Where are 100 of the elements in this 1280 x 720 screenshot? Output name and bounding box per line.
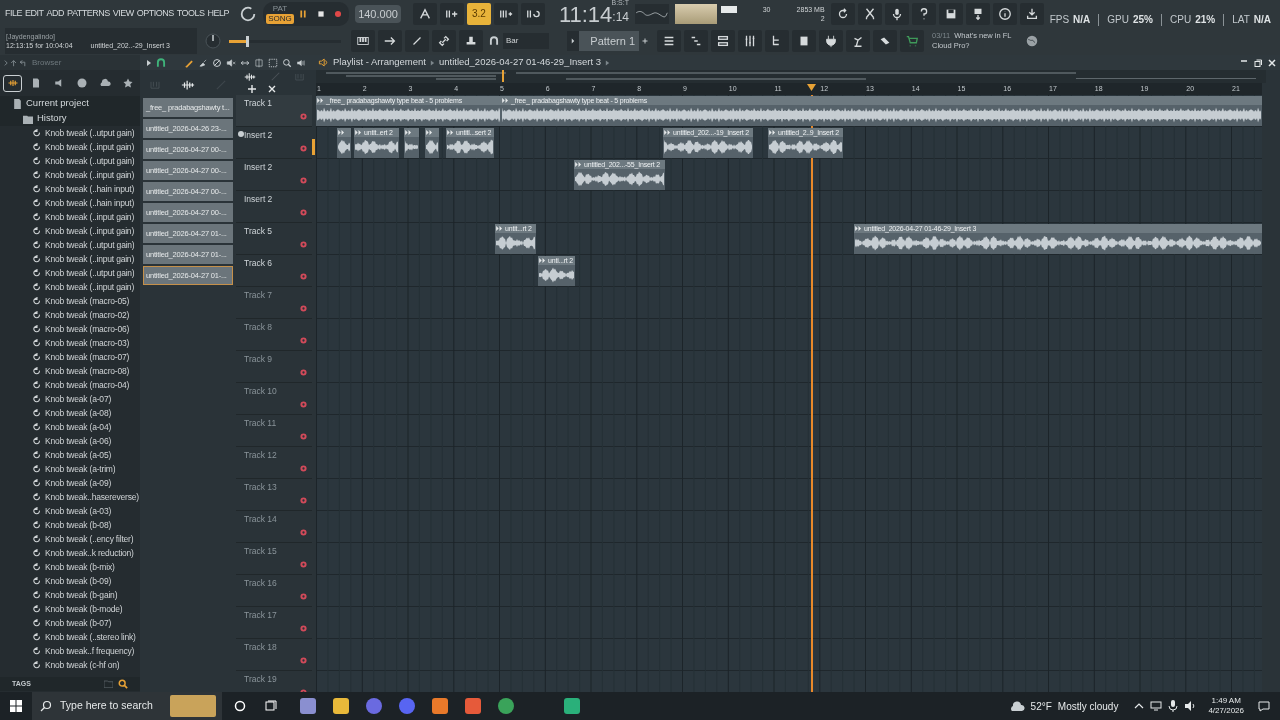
clip-menu-icon[interactable] [338,130,345,135]
current-pattern-label[interactable]: untitled_2026-04-27 01-46-29_Insert 3 [438,55,602,70]
menu-item[interactable]: HELP [207,6,230,21]
play-arrow-icon[interactable] [146,59,152,66]
close-icon[interactable] [1268,58,1276,67]
loop-record-button[interactable] [520,2,545,25]
undo-step[interactable]: Knob tweak (..input gain) [45,252,135,266]
undo-step[interactable]: Knob tweak (..hain input) [45,182,135,196]
undo-step[interactable]: Knob tweak (macro-08) [45,364,130,378]
magnet-icon[interactable] [489,36,499,46]
undo-step[interactable]: Knob tweak (..input gain) [45,168,135,182]
clip-menu-icon[interactable] [575,162,582,167]
chevron-right-icon[interactable] [605,59,611,66]
microphone-button[interactable] [884,2,909,25]
volume-icon[interactable] [1184,700,1197,712]
select-icon[interactable] [268,57,278,68]
undo-step[interactable]: Knob tweak (c-hf on) [45,658,120,672]
audio-clip[interactable] [404,128,419,158]
all-files-tab[interactable] [3,74,22,92]
track-record-icon[interactable] [300,497,307,504]
clip-menu-icon[interactable] [405,130,412,135]
plugin-button[interactable] [819,30,843,52]
wait-record-button[interactable] [439,2,464,25]
track-lane[interactable] [316,383,1262,415]
menu-item[interactable]: VIEW [112,6,134,21]
pattern-prev-button[interactable] [567,31,579,51]
search-icon[interactable] [118,679,128,689]
microphone-icon[interactable] [1168,700,1179,712]
tree-item[interactable]: History [0,111,140,126]
track-record-icon[interactable] [300,625,307,632]
stamp-button[interactable] [459,30,483,52]
lamp-button[interactable] [846,30,870,52]
track-lane[interactable] [316,447,1262,479]
metronome-button[interactable] [412,2,437,25]
clip-menu-icon[interactable] [447,130,454,135]
playlist-button[interactable] [657,30,681,52]
clip-menu-icon[interactable] [502,98,509,103]
menu-item[interactable]: OPTIONS [136,6,174,21]
channel-rack-button[interactable] [711,30,735,52]
undo-step[interactable]: Knob tweak (a-03) [45,504,112,518]
cut-button[interactable] [857,2,882,25]
track-lane[interactable] [316,543,1262,575]
undo-step[interactable]: Knob tweak (..stereo link) [45,630,136,644]
track-lane[interactable] [316,415,1262,447]
track-record-icon[interactable] [300,593,307,600]
undo-step[interactable]: Knob tweak (b-gain) [45,588,118,602]
navigation-arrows-icon[interactable] [4,58,28,67]
download-button[interactable] [1019,2,1044,25]
audio-tab-icon[interactable] [181,80,195,90]
undo-step[interactable]: Knob tweak..hasereverse) [45,490,139,504]
task-view-icon[interactable] [265,700,277,712]
clip-menu-icon[interactable] [426,130,433,135]
track-lane[interactable] [316,575,1262,607]
track-lane[interactable] [316,479,1262,511]
track-lane[interactable] [316,511,1262,543]
menu-item[interactable]: EDIT [25,6,44,21]
undo-button[interactable] [830,2,855,25]
magnet-icon[interactable] [156,57,166,68]
link-button[interactable] [432,30,456,52]
menu-item[interactable]: PATTERNS [67,6,110,21]
clock-time-label[interactable]: 1:49 AM [1211,696,1241,706]
zoom-icon[interactable] [282,57,292,68]
close-icon[interactable] [268,85,276,93]
track-lane[interactable] [316,287,1262,319]
undo-step[interactable]: Knob tweak (a-08) [45,406,112,420]
piano-roll-button[interactable] [684,30,708,52]
undo-step[interactable]: Knob tweak (macro-04) [45,378,130,392]
undo-step[interactable]: Knob tweak (macro-06) [45,322,130,336]
add-track-icon[interactable] [248,85,256,93]
undo-step[interactable]: Knob tweak (..utput gain) [45,266,135,280]
clip-menu-icon[interactable] [855,226,862,231]
track-record-icon[interactable] [300,657,307,664]
undo-step[interactable]: Knob tweak (..hain input) [45,196,135,210]
track-record-icon[interactable] [300,401,307,408]
piano-keys-button[interactable] [351,30,375,52]
mute-icon[interactable] [226,57,236,68]
countdown-button[interactable]: 3.2 [466,2,491,25]
globe-icon[interactable] [1026,35,1038,47]
folder-icon[interactable] [331,696,351,716]
undo-step[interactable]: Knob tweak (..utput gain) [45,238,135,252]
app-icon[interactable] [298,696,318,716]
undo-step[interactable]: Knob tweak (..utput gain) [45,154,135,168]
track-record-icon[interactable] [300,273,307,280]
track-header[interactable]: Track 1 [236,95,312,127]
track-record-icon[interactable] [300,241,307,248]
track-record-icon[interactable] [300,465,307,472]
undo-step[interactable]: Knob tweak (a-05) [45,448,112,462]
step-edit-button[interactable] [493,2,518,25]
tree-item[interactable]: Current project [0,96,140,111]
menu-item[interactable]: ADD [46,6,65,21]
track-lane[interactable] [316,607,1262,639]
undo-step[interactable]: Knob tweak (macro-03) [45,336,130,350]
chevron-up-icon[interactable] [1134,702,1145,710]
cortana-icon[interactable] [234,700,246,712]
knob-icon[interactable] [239,4,258,23]
mixer-button[interactable] [738,30,762,52]
clip-menu-icon[interactable] [664,130,671,135]
track-lane[interactable] [316,319,1262,351]
undo-step[interactable]: Knob tweak (b-mix) [45,560,115,574]
clip-menu-icon[interactable] [539,258,546,263]
